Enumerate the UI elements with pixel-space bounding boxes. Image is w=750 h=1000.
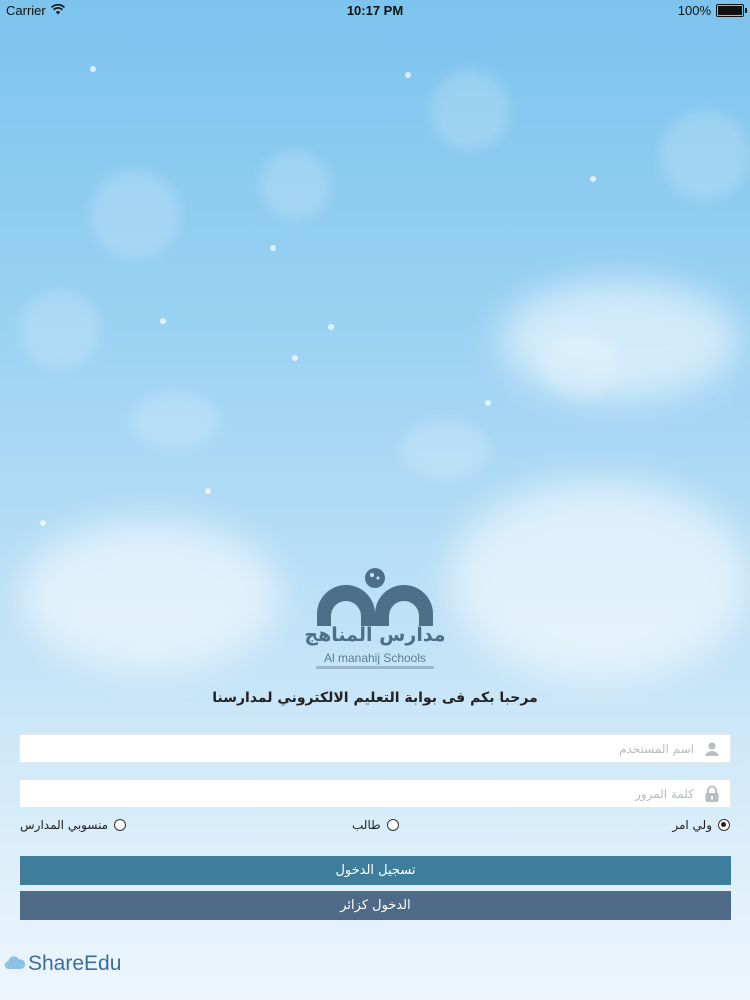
lock-icon bbox=[702, 784, 722, 804]
school-logo: مدارس المناهج Al manahij Schools bbox=[300, 564, 450, 684]
background-flake bbox=[40, 520, 46, 526]
brand-name: ShareEdu bbox=[28, 952, 122, 975]
background-flake bbox=[160, 318, 166, 324]
role-radio-staff[interactable]: منسوبي المدارس bbox=[20, 818, 127, 832]
shareedu-brand: ShareEdu bbox=[4, 952, 121, 976]
status-time: 10:17 PM bbox=[346, 3, 404, 18]
visitor-login-button[interactable]: الدخول كزائر bbox=[20, 891, 731, 920]
logo-mark-icon bbox=[317, 568, 433, 626]
password-field[interactable] bbox=[19, 779, 731, 808]
radio-button-icon bbox=[386, 819, 399, 831]
background-cloud bbox=[500, 280, 740, 400]
background-flake bbox=[292, 355, 298, 361]
background-flake bbox=[328, 324, 334, 330]
background-flake bbox=[205, 488, 211, 494]
login-button[interactable]: تسجيل الدخول bbox=[20, 856, 731, 885]
user-icon bbox=[702, 739, 722, 759]
background-bokeh bbox=[20, 290, 100, 370]
battery-icon bbox=[716, 4, 747, 17]
background-flake bbox=[90, 66, 96, 72]
role-radio-parent[interactable]: ولي امر bbox=[672, 818, 730, 832]
logo-arabic-name: مدارس المناهج bbox=[304, 624, 446, 646]
logo-english-name: Al manahij Schools bbox=[323, 651, 427, 665]
username-input[interactable] bbox=[52, 740, 696, 757]
background-flake bbox=[485, 400, 491, 406]
background-bokeh bbox=[130, 390, 220, 450]
background-flake bbox=[590, 176, 596, 182]
background-flake bbox=[405, 72, 411, 78]
background-bokeh bbox=[430, 70, 510, 150]
status-bar: Carrier 10:17 PM 100% bbox=[0, 0, 750, 22]
radio-button-icon bbox=[718, 819, 730, 831]
password-input[interactable] bbox=[52, 785, 696, 802]
background-bokeh bbox=[660, 110, 750, 200]
logo-tagline-strip bbox=[316, 666, 434, 669]
background-bokeh bbox=[400, 420, 490, 480]
welcome-text: مرحبا بكم فى بوابة التعليم الالكتروني لم… bbox=[212, 690, 538, 706]
cloud-icon bbox=[4, 952, 26, 976]
background-flake bbox=[270, 245, 276, 251]
role-label: ولي امر bbox=[672, 818, 712, 832]
background-cloud bbox=[450, 480, 750, 680]
role-radio-student[interactable]: طالب bbox=[352, 818, 399, 832]
background-bokeh bbox=[90, 170, 180, 260]
role-label: طالب bbox=[352, 818, 381, 832]
battery-percent: 100% bbox=[677, 3, 711, 18]
background-bokeh bbox=[260, 150, 330, 220]
username-field[interactable] bbox=[19, 734, 731, 763]
background-cloud bbox=[20, 520, 280, 670]
role-label: منسوبي المدارس bbox=[20, 818, 109, 832]
radio-button-icon bbox=[114, 819, 127, 831]
